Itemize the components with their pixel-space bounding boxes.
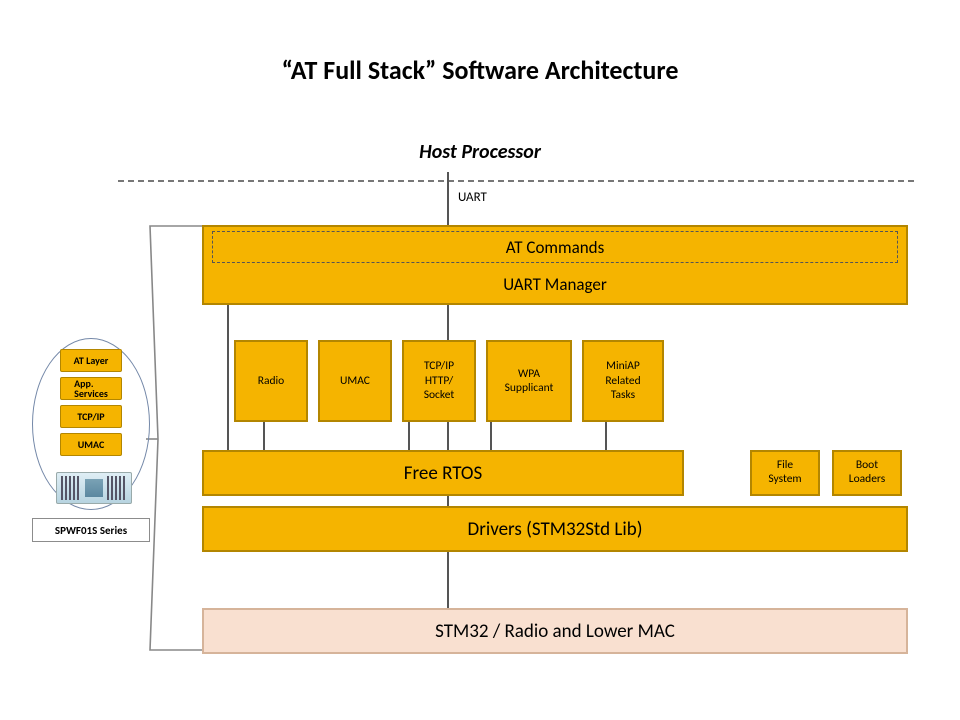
hardware-block: STM32 / Radio and Lower MAC (202, 608, 908, 654)
at-commands-block: AT Commands (212, 231, 898, 263)
task-radio: Radio (234, 340, 308, 422)
rtos-row: Free RTOS File System Boot Loaders (202, 450, 908, 492)
module-chip-icon (56, 472, 132, 504)
connector-wpa (490, 418, 492, 451)
host-processor-label: Host Processor (0, 140, 960, 164)
connector-tcpip (408, 418, 410, 451)
callout-bracket-icon (146, 224, 206, 654)
drivers-block: Drivers (STM32Std Lib) (202, 506, 908, 552)
legend-tcpip: TCP/IP (60, 405, 122, 428)
free-rtos-block: Free RTOS (202, 450, 684, 496)
task-row: Radio UMAC TCP/IP HTTP/ Socket WPA Suppl… (234, 340, 664, 422)
slide: “AT Full Stack” Software Architecture Ho… (0, 0, 960, 720)
uart-manager-block: UART Manager (204, 274, 906, 295)
series-label: SPWF01S Series (32, 518, 150, 542)
boot-loaders-block: Boot Loaders (832, 450, 902, 496)
task-miniap: MiniAP Related Tasks (582, 340, 664, 422)
connector-miniap (605, 418, 607, 451)
task-wpa-supplicant: WPA Supplicant (486, 340, 572, 422)
host-divider (118, 180, 914, 182)
legend-at-layer: AT Layer (60, 349, 122, 372)
at-uart-block: AT Commands UART Manager (202, 225, 908, 305)
task-tcpip: TCP/IP HTTP/ Socket (402, 340, 476, 422)
legend-umac: UMAC (60, 433, 122, 456)
file-system-block: File System (750, 450, 820, 496)
task-umac: UMAC (318, 340, 392, 422)
legend-app-services: App. Services (60, 377, 122, 400)
connector-uart-manager (227, 300, 229, 451)
legend-card: AT Layer App. Services TCP/IP UMAC SPWF0… (32, 338, 150, 574)
uart-label: UART (458, 190, 487, 205)
page-title: “AT Full Stack” Software Architecture (0, 54, 960, 86)
connector-radio (263, 418, 265, 451)
legend-stack: AT Layer App. Services TCP/IP UMAC (60, 349, 122, 456)
